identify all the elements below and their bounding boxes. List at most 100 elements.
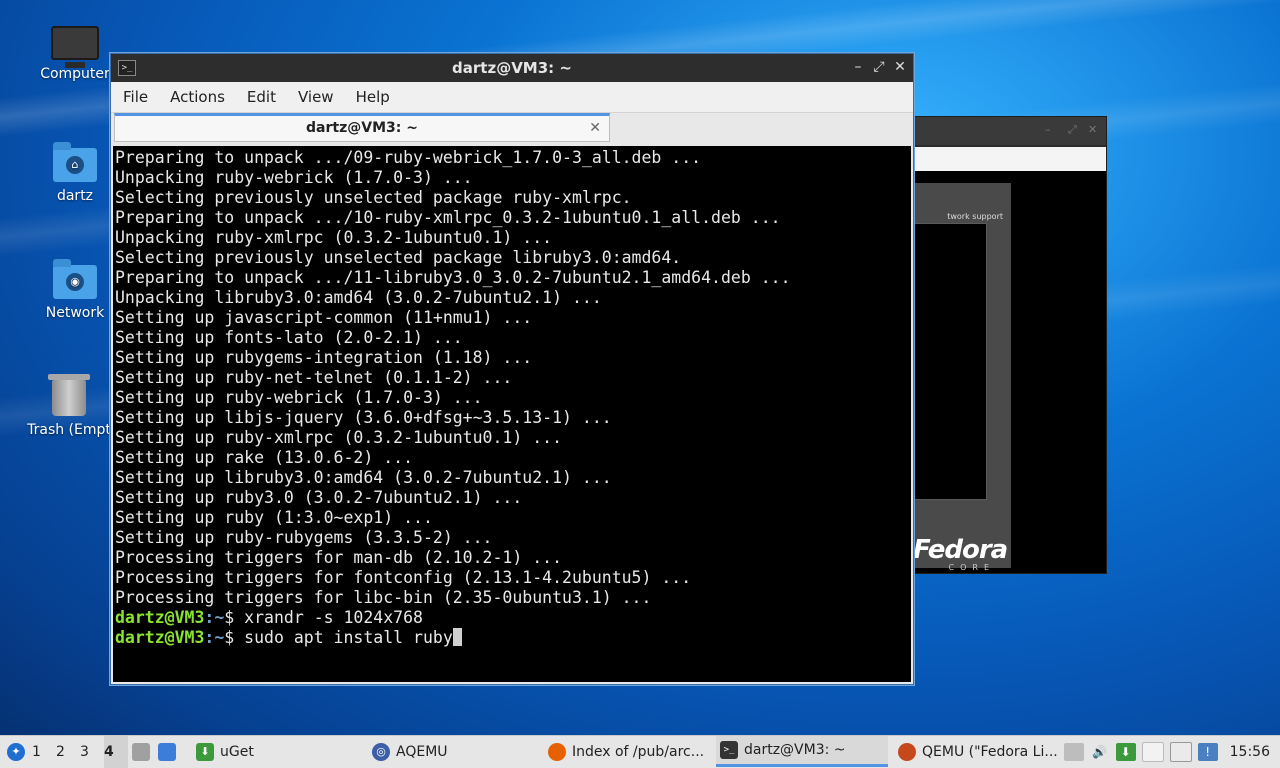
terminal-tabbar: dartz@VM3: ~ ✕ [111,113,913,145]
terminal-output-line: Unpacking ruby-xmlrpc (0.3.2-1ubuntu0.1)… [115,228,553,247]
clock[interactable]: 15:56 [1230,744,1270,760]
terminal-output-line: Processing triggers for libc-bin (2.35-0… [115,588,652,607]
terminal-tab[interactable]: dartz@VM3: ~ ✕ [114,113,610,142]
update-notifier-icon[interactable]: ! [1197,742,1218,761]
desktop-icon-trash[interactable]: Trash (Empt [24,372,114,438]
window-title: dartz@VM3: ~ [452,59,572,77]
prompt-path: :~ [204,608,225,627]
network-icon[interactable] [1169,741,1192,762]
task-label: AQEMU [396,743,448,760]
menu-file[interactable]: File [123,88,148,106]
task-label: uGet [220,743,254,760]
qemu-menubar[interactable] [913,147,1106,171]
desktop-icon-network[interactable]: ◉ Network [30,257,120,321]
qemu-vm-screen[interactable]: twork support Fedora CORE [913,171,1106,573]
menu-actions[interactable]: Actions [170,88,225,106]
desktop-icon-label: Trash (Empt [27,422,111,438]
qemu-window[interactable]: – ⤢ ✕ twork support Fedora CORE [912,116,1107,574]
fedora-logo: Fedora [913,535,1008,565]
minimize-button[interactable]: – [850,59,866,75]
terminal-output-line: Processing triggers for fontconfig (2.13… [115,568,692,587]
terminal-output-line: Setting up rubygems-integration (1.18) .… [115,348,533,367]
task-firefox[interactable]: Index of /pub/arc... [544,736,714,767]
prompt-user: dartz@VM3 [115,628,205,647]
start-menu-button[interactable]: ✦ [0,736,32,768]
desktop-icon-computer[interactable]: Computer [30,20,120,82]
terminal-output-line: Setting up fonts-lato (2.0-2.1) ... [115,328,463,347]
menu-view[interactable]: View [298,88,334,106]
menu-help[interactable]: Help [356,88,390,106]
network-support-text: twork support [947,212,1003,221]
desktop-icon-home[interactable]: ⌂ dartz [30,140,120,204]
volume-icon[interactable]: 🔊 [1090,743,1110,761]
terminal-titlebar[interactable]: >_ dartz@VM3: ~ – ⤢ ✕ [111,54,913,82]
task-label: dartz@VM3: ~ [744,742,846,758]
terminal-output-line: Preparing to unpack .../11-libruby3.0_3.… [115,268,791,287]
maximize-button[interactable]: ⤢ [871,59,887,75]
firefox-icon [548,742,566,761]
task-aqemu[interactable]: ◎ AQEMU [368,736,538,767]
task-label: Index of /pub/arc... [572,743,705,760]
qemu-icon [898,742,916,761]
file-manager-launcher[interactable] [128,736,154,768]
fedora-installer-panel: twork support Fedora CORE [913,183,1011,572]
prompt-line: dartz@VM3:~$ xrandr -s 1024x768 [113,608,911,628]
notes-icon[interactable] [1141,741,1164,762]
task-label: QEMU ("Fedora Li... [922,743,1058,760]
desktop-icon [158,743,176,761]
terminal-output-line: Setting up ruby (1:3.0~exp1) ... [115,508,433,527]
prompt-symbol: $ [224,628,245,647]
lubuntu-logo-icon: ✦ [7,743,25,761]
terminal-menubar: File Actions Edit View Help [111,82,913,113]
terminal-output-line: Selecting previously unselected package … [115,188,632,207]
uget-icon: ⬇ [196,742,214,761]
terminal-output-line: Selecting previously unselected package … [115,248,682,267]
prompt-symbol: $ [224,608,245,627]
terminal-output-line: Setting up ruby3.0 (3.0.2-7ubuntu2.1) ..… [115,488,523,507]
tab-label: dartz@VM3: ~ [306,120,418,136]
task-terminal[interactable]: >_ dartz@VM3: ~ [716,736,888,767]
network-folder-icon: ◉ [53,259,97,299]
terminal-output-line: Setting up libjs-jquery (3.6.0+dfsg+~3.5… [115,408,612,427]
task-uget[interactable]: ⬇ uGet [192,736,362,767]
command-input[interactable]: sudo apt install ruby [244,628,453,647]
qemu-titlebar[interactable]: – ⤢ ✕ [913,117,1106,145]
task-qemu[interactable]: QEMU ("Fedora Li... [894,736,1062,767]
home-folder-icon: ⌂ [53,142,97,182]
workspace-4[interactable]: 4 [104,736,128,768]
uget-tray-icon[interactable]: ⬇ [1115,742,1136,761]
workspace-2[interactable]: 2 [56,736,80,768]
terminal-output-line: Unpacking libruby3.0:amd64 (3.0.2-7ubunt… [115,288,602,307]
clipboard-icon[interactable] [1063,742,1084,761]
aqemu-icon: ◎ [372,742,390,761]
show-desktop-button[interactable] [154,736,180,768]
desktop-icon-label: Network [45,305,105,321]
tab-close-icon[interactable]: ✕ [589,116,601,140]
fedora-core-text: CORE [948,563,995,572]
taskbar: ✦ 1 2 3 4 ⬇ uGet ◎ AQEMU Index of /pub/a… [0,735,1280,768]
terminal-output-line: Setting up libruby3.0:amd64 (3.0.2-7ubun… [115,468,612,487]
desktop-icon-label: Computer [40,66,110,82]
prompt-path: :~ [204,628,225,647]
menu-edit[interactable]: Edit [247,88,276,106]
workspace-3[interactable]: 3 [80,736,104,768]
terminal-output-line: Unpacking ruby-webrick (1.7.0-3) ... [115,168,473,187]
desktop-icon-label: dartz [56,188,94,204]
terminal-icon: >_ [720,741,738,759]
prompt-user: dartz@VM3 [115,608,205,627]
workspace-1[interactable]: 1 [32,736,56,768]
terminal-output-line: Preparing to unpack .../10-ruby-xmlrpc_0… [115,208,781,227]
close-button[interactable]: ✕ [892,59,908,75]
computer-icon [51,26,99,68]
trash-icon [48,374,90,416]
prompt-line-current: dartz@VM3:~$ sudo apt install ruby [113,628,911,648]
system-tray: 🔊 ⬇ ! 15:56 [1058,736,1280,767]
terminal-output[interactable]: Preparing to unpack .../09-ruby-webrick_… [113,146,911,682]
terminal-output-line: Setting up ruby-webrick (1.7.0-3) ... [115,388,483,407]
terminal-output-line: Setting up ruby-net-telnet (0.1.1-2) ... [115,368,513,387]
file-manager-icon [132,743,150,761]
terminal-output-line: Setting up ruby-rubygems (3.3.5-2) ... [115,528,493,547]
terminal-output-line: Processing triggers for man-db (2.10.2-1… [115,548,563,567]
terminal-output-line: Setting up rake (13.0.6-2) ... [115,448,414,467]
terminal-window[interactable]: >_ dartz@VM3: ~ – ⤢ ✕ File Actions Edit … [110,53,914,685]
